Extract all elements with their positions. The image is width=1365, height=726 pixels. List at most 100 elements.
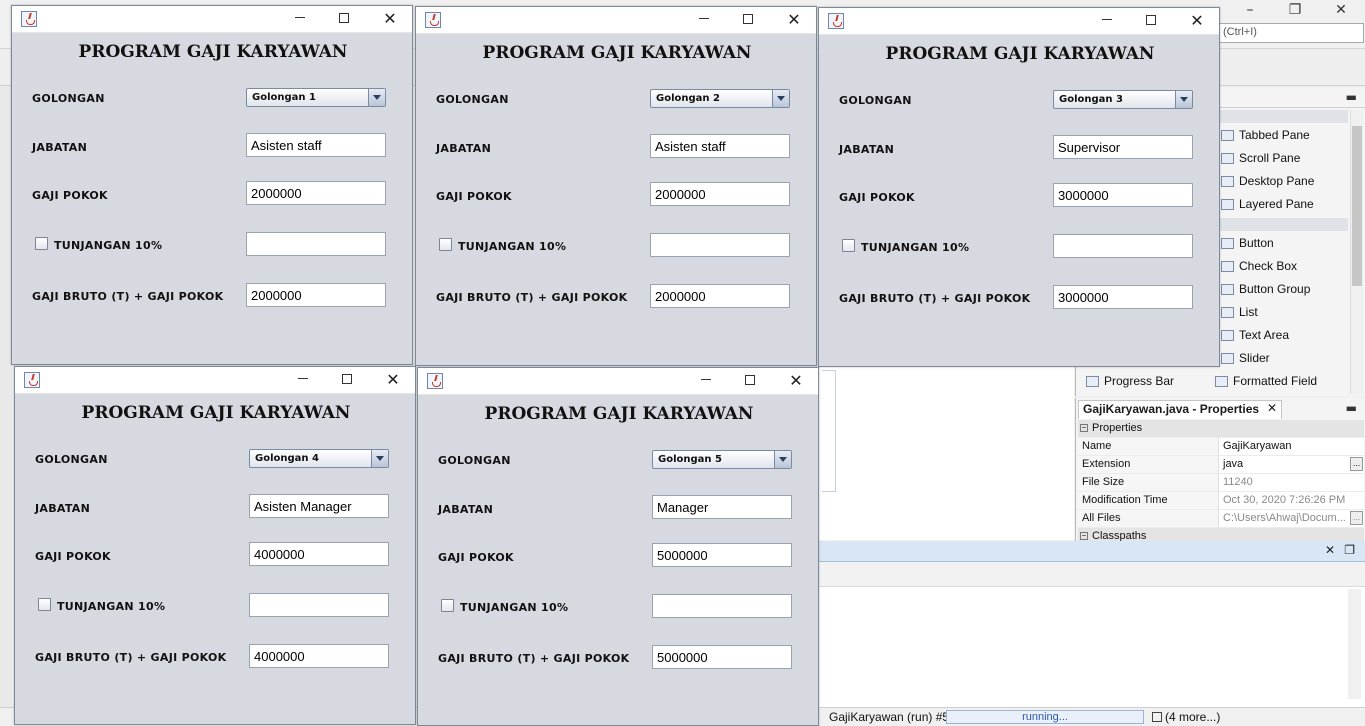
palette-item-label: Tabbed Pane [1239,128,1310,142]
gaji-bruto-field[interactable]: 5000000 [652,645,792,669]
gaji-pokok-field[interactable]: 5000000 [652,543,792,567]
window-titlebar[interactable]: ✕ [12,6,412,33]
property-value[interactable]: GajiKaryawan [1219,438,1364,455]
minimize-button[interactable] [1095,12,1119,30]
property-row[interactable]: All Files C:\Users\Ahwaj\Docum...... [1078,510,1364,528]
close-button[interactable]: ✕ [381,371,405,389]
ellipsis-button[interactable]: ... [1350,511,1363,525]
property-key: Modification Time [1078,492,1219,509]
golongan-combobox[interactable]: Golongan 5 [652,450,792,469]
window-titlebar[interactable]: ✕ [15,367,415,394]
property-value[interactable]: Oct 30, 2020 7:26:26 PM [1219,492,1364,509]
palette-item[interactable]: Scroll Pane [1221,149,1300,167]
ide-restore-button[interactable]: ❐ [1283,2,1307,18]
tunjangan-field[interactable] [249,593,389,617]
tunjangan-checkbox[interactable] [439,238,452,251]
palette-item[interactable]: Tabbed Pane [1221,126,1310,144]
scroll-pane-icon [1221,152,1234,164]
close-icon[interactable]: ✕ [1267,401,1277,415]
minimize-button[interactable] [291,371,315,389]
collapse-icon[interactable]: − [1080,424,1088,432]
gaji-pokok-field[interactable]: 2000000 [246,181,386,205]
maximize-button[interactable] [335,371,359,389]
gaji-pokok-field[interactable]: 4000000 [249,542,389,566]
window-titlebar[interactable]: ✕ [819,8,1219,35]
close-button[interactable]: ✕ [782,11,806,29]
minimize-button[interactable] [692,11,716,29]
chevron-down-icon[interactable] [1175,91,1192,108]
output-scrollbar[interactable] [1348,589,1361,699]
restore-icon[interactable]: ❐ [1344,543,1355,557]
run-status-label[interactable]: GajiKaryawan (run) #5 [829,710,949,724]
tunjangan-checkbox[interactable] [441,599,454,612]
gaji-bruto-field[interactable]: 2000000 [650,284,790,308]
golongan-combobox[interactable]: Golongan 4 [249,449,389,468]
gaji-pokok-field[interactable]: 2000000 [650,182,790,206]
chevron-down-icon[interactable] [368,89,385,106]
close-button[interactable]: ✕ [1185,12,1209,30]
golongan-combobox[interactable]: Golongan 2 [650,89,790,108]
maximize-button[interactable] [1139,12,1163,30]
jabatan-field[interactable]: Asisten staff [650,134,790,158]
property-value[interactable]: java... [1219,456,1364,473]
properties-minimize-button[interactable]: ▬ [1346,401,1357,415]
quick-search-input[interactable]: (Ctrl+I) [1216,23,1364,43]
collapse-icon[interactable]: − [1080,532,1088,540]
tunjangan-field[interactable] [246,232,386,256]
properties-section[interactable]: − Properties [1078,420,1364,438]
tunjangan-checkbox[interactable] [842,239,855,252]
ide-close-button[interactable]: ✕ [1329,2,1353,18]
gaji-bruto-field[interactable]: 3000000 [1053,285,1193,309]
maximize-button[interactable] [738,372,762,390]
tunjangan-checkbox[interactable] [35,237,48,250]
palette-item[interactable]: Layered Pane [1221,195,1314,213]
maximize-button[interactable] [332,10,356,28]
chevron-down-icon[interactable] [774,451,791,468]
palette-item[interactable]: Slider [1221,349,1270,367]
ellipsis-button[interactable]: ... [1350,457,1363,471]
close-button[interactable]: ✕ [378,10,402,28]
palette-scrollbar[interactable] [1350,110,1363,394]
palette-minimize-button[interactable]: ▬ [1346,90,1357,104]
palette-scroll-thumb[interactable] [1352,126,1362,286]
chevron-down-icon[interactable] [772,90,789,107]
properties-tab[interactable]: GajiKaryawan.java - Properties ✕ [1078,400,1283,419]
property-row[interactable]: File Size 11240 [1078,474,1364,492]
property-row[interactable]: Modification Time Oct 30, 2020 7:26:26 PM [1078,492,1364,510]
palette-item[interactable]: Progress Bar [1086,372,1174,390]
minimize-button[interactable] [694,372,718,390]
palette-item[interactable]: Check Box [1221,257,1297,275]
palette-item[interactable]: Formatted Field [1215,372,1317,390]
gaji-bruto-field[interactable]: 4000000 [249,644,389,668]
gaji-pokok-field[interactable]: 3000000 [1053,183,1193,207]
more-tasks-link[interactable]: (4 more...) [1152,710,1220,724]
ide-minimize-button[interactable]: – [1238,2,1262,18]
window-titlebar[interactable]: ✕ [418,368,818,395]
jabatan-field[interactable]: Asisten staff [246,133,386,157]
maximize-button[interactable] [736,11,760,29]
close-button[interactable]: ✕ [784,372,808,390]
minimize-button[interactable] [288,10,312,28]
jabatan-field[interactable]: Manager [652,495,792,519]
tunjangan-field[interactable] [652,594,792,618]
property-value[interactable]: 11240 [1219,474,1364,491]
palette-item[interactable]: Button Group [1221,280,1310,298]
property-value[interactable]: C:\Users\Ahwaj\Docum...... [1219,510,1364,527]
window-titlebar[interactable]: ✕ [416,7,816,34]
jabatan-field[interactable]: Supervisor [1053,135,1193,159]
golongan-combobox[interactable]: Golongan 3 [1053,90,1193,109]
tunjangan-field[interactable] [650,233,790,257]
jabatan-field[interactable]: Asisten Manager [249,494,389,518]
gaji-bruto-field[interactable]: 2000000 [246,283,386,307]
chevron-down-icon[interactable] [371,450,388,467]
palette-item[interactable]: List [1221,303,1258,321]
golongan-combobox[interactable]: Golongan 1 [246,88,386,107]
tunjangan-field[interactable] [1053,234,1193,258]
palette-item[interactable]: Desktop Pane [1221,172,1314,190]
palette-item[interactable]: Text Area [1221,326,1289,344]
palette-item[interactable]: Button [1221,234,1274,252]
close-icon[interactable]: ✕ [1325,543,1335,557]
tunjangan-checkbox[interactable] [38,598,51,611]
property-row[interactable]: Name GajiKaryawan [1078,438,1364,456]
property-row[interactable]: Extension java... [1078,456,1364,474]
